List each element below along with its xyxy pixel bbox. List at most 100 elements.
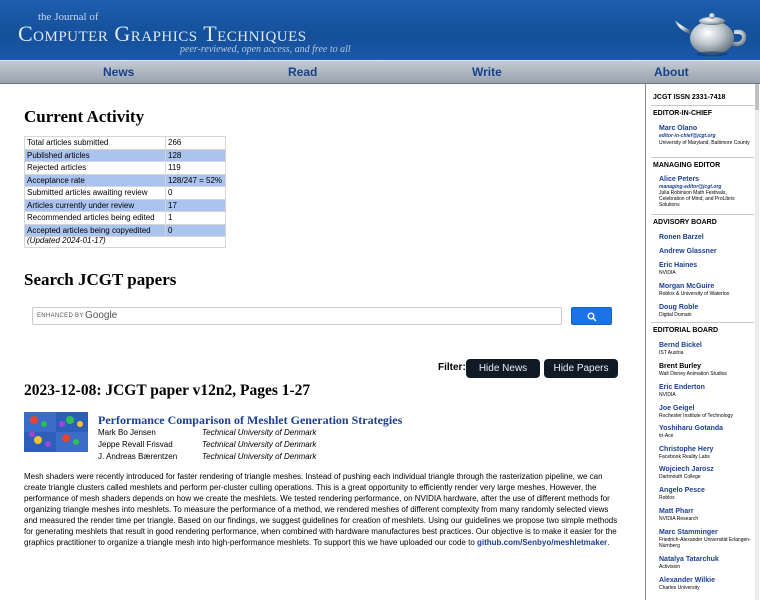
nav-about[interactable]: About — [654, 65, 689, 79]
abstract-end: . — [607, 538, 610, 547]
board-member-name[interactable]: Wojciech Jarosz — [659, 466, 714, 473]
activity-value: 17 — [165, 198, 226, 212]
search-title: Search JCGT papers — [24, 270, 177, 289]
site-tagline: peer-reviewed, open access, and free to … — [180, 44, 351, 55]
board-member-name[interactable]: Andrew Glassner — [659, 248, 717, 255]
board-member-name[interactable]: Joe Geigel — [659, 405, 694, 412]
sidebar-divider — [651, 214, 754, 215]
sidebar-divider — [651, 322, 754, 323]
editor-affiliation: University of Maryland, Baltimore County — [659, 140, 750, 146]
site-banner: the Journal of Computer Graphics Techniq… — [0, 0, 760, 60]
google-wordmark: Google — [85, 310, 118, 321]
managing-editor-heading: MANAGING EDITOR — [653, 162, 721, 169]
board-member-affiliation: NVIDIA Research — [659, 516, 699, 522]
activity-row: Articles currently under review 17 — [24, 198, 226, 212]
board-member-affiliation: Dartmouth College — [659, 474, 701, 480]
filter-label: Filter: — [438, 362, 466, 373]
paper-title-link[interactable]: Performance Comparison of Meshlet Genera… — [98, 413, 402, 428]
activity-label: Accepted articles being copyedited — [24, 223, 166, 237]
board-member-affiliation: Roblox & University of Waterloo — [659, 291, 730, 297]
activity-label: Rejected articles — [24, 161, 166, 175]
board-member-name: Brent Burley — [659, 363, 702, 370]
board-member-name[interactable]: Morgan McGuire — [659, 283, 714, 290]
teapot-logo-icon — [675, 13, 747, 57]
board-member-affiliation: Charles University — [659, 585, 700, 591]
board-member-affiliation: IST Austria — [659, 350, 684, 356]
board-member-name[interactable]: Matt Pharr — [659, 508, 694, 515]
paper-affiliation: Technical University of Denmark — [202, 440, 317, 449]
activity-value: 0 — [165, 186, 226, 200]
activity-table: Total articles submitted 266 Published ar… — [24, 136, 226, 237]
search-button[interactable] — [571, 307, 612, 325]
paper-author: J. Andreas Bærentzen — [98, 452, 178, 461]
activity-row: Recommended articles being edited 1 — [24, 211, 226, 225]
paper-author: Jeppe Revall Frisvad — [98, 440, 173, 449]
board-member-name[interactable]: Natalya Tatarchuk — [659, 556, 719, 563]
board-member-name[interactable]: Angelo Pesce — [659, 487, 705, 494]
main-nav: News Read Write About — [0, 60, 760, 84]
enhanced-by-label: ENHANCED BY — [37, 313, 84, 319]
board-member-affiliation: Walt Disney Animation Studios — [659, 371, 727, 377]
board-member-affiliation: Rochester Institute of Technology — [659, 413, 733, 419]
activity-updated: (Updated 2024-01-17) — [24, 236, 226, 248]
activity-label: Published articles — [24, 148, 166, 162]
nav-write[interactable]: Write — [472, 65, 502, 79]
code-link[interactable]: github.com/Senbyo/meshletmaker — [477, 538, 607, 547]
activity-label: Acceptance rate — [24, 173, 166, 187]
managing-editor-affiliation: Julia Robinson Math Festivals, Celebrati… — [659, 190, 735, 208]
nav-read[interactable]: Read — [288, 65, 317, 79]
board-member-name[interactable]: Bernd Bickel — [659, 342, 702, 349]
activity-row: Published articles 128 — [24, 148, 226, 162]
issn-label: JCGT ISSN 2331-7418 — [653, 94, 726, 101]
activity-title: Current Activity — [24, 107, 145, 126]
advisory-board-heading: ADVISORY BOARD — [653, 219, 717, 226]
board-member-name[interactable]: Eric Haines — [659, 262, 697, 269]
paper-heading: 2023-12-08: JCGT paper v12n2, Pages 1-27 — [24, 382, 311, 399]
board-member-name[interactable]: Eric Enderton — [659, 384, 705, 391]
board-member-affiliation: Roblox — [659, 495, 675, 501]
paper-author: Mark Bo Jensen — [98, 428, 156, 437]
board-member-name[interactable]: Yoshiharu Gotanda — [659, 425, 723, 432]
activity-value: 266 — [165, 136, 226, 150]
nav-news[interactable]: News — [103, 65, 134, 79]
activity-row: Acceptance rate 128/247 = 52% — [24, 173, 226, 187]
activity-value: 119 — [165, 161, 226, 175]
abstract-text: Mesh shaders were recently introduced fo… — [24, 472, 618, 547]
paper-thumbnail[interactable] — [24, 412, 88, 452]
activity-label: Submitted articles awaiting review — [24, 186, 166, 200]
sidebar-scrollbar[interactable] — [754, 84, 760, 600]
editor-in-chief-heading: EDITOR-IN-CHIEF — [653, 110, 712, 117]
board-member-name[interactable]: Alexander Wilkie — [659, 577, 715, 584]
sidebar-divider — [651, 105, 754, 106]
editor-email[interactable]: editor-in-chief@jcgt.org — [659, 133, 716, 139]
activity-row: Accepted articles being copyedited 0 — [24, 223, 226, 237]
board-member-name[interactable]: Ronen Barzel — [659, 234, 704, 241]
board-member-affiliation: Friedrich-Alexander Universität Erlangen… — [659, 537, 751, 549]
board-member-affiliation: tri-Ace — [659, 433, 674, 439]
editorial-board-heading: EDITORIAL BOARD — [653, 327, 719, 334]
search-input[interactable]: ENHANCED BY Google — [32, 307, 562, 325]
activity-value: 1 — [165, 211, 226, 225]
activity-value: 0 — [165, 223, 226, 237]
board-member-name[interactable]: Christophe Hery — [659, 446, 713, 453]
hide-papers-button[interactable]: Hide Papers — [544, 359, 618, 378]
activity-label: Recommended articles being edited — [24, 211, 166, 225]
board-member-affiliation: NVIDIA — [659, 270, 676, 276]
managing-editor-name[interactable]: Alice Peters — [659, 176, 699, 183]
paper-affiliation: Technical University of Denmark — [202, 452, 317, 461]
hide-news-button[interactable]: Hide News — [466, 359, 540, 378]
board-member-affiliation: Facebook Reality Labs — [659, 454, 710, 460]
activity-row: Total articles submitted 266 — [24, 136, 226, 150]
editor-name[interactable]: Marc Olano — [659, 125, 697, 132]
paper-affiliation: Technical University of Denmark — [202, 428, 317, 437]
sidebar-divider — [651, 157, 754, 158]
board-member-name[interactable]: Doug Roble — [659, 304, 698, 311]
board-member-affiliation: Activision — [659, 564, 681, 570]
activity-label: Articles currently under review — [24, 198, 166, 212]
board-member-affiliation: NVIDIA — [659, 392, 676, 398]
activity-value: 128 — [165, 148, 226, 162]
paper-abstract: Mesh shaders were recently introduced fo… — [24, 471, 622, 548]
board-member-affiliation: Digital Domain — [659, 312, 692, 318]
activity-value: 128/247 = 52% — [165, 173, 226, 187]
board-member-name[interactable]: Marc Stamminger — [659, 529, 718, 536]
